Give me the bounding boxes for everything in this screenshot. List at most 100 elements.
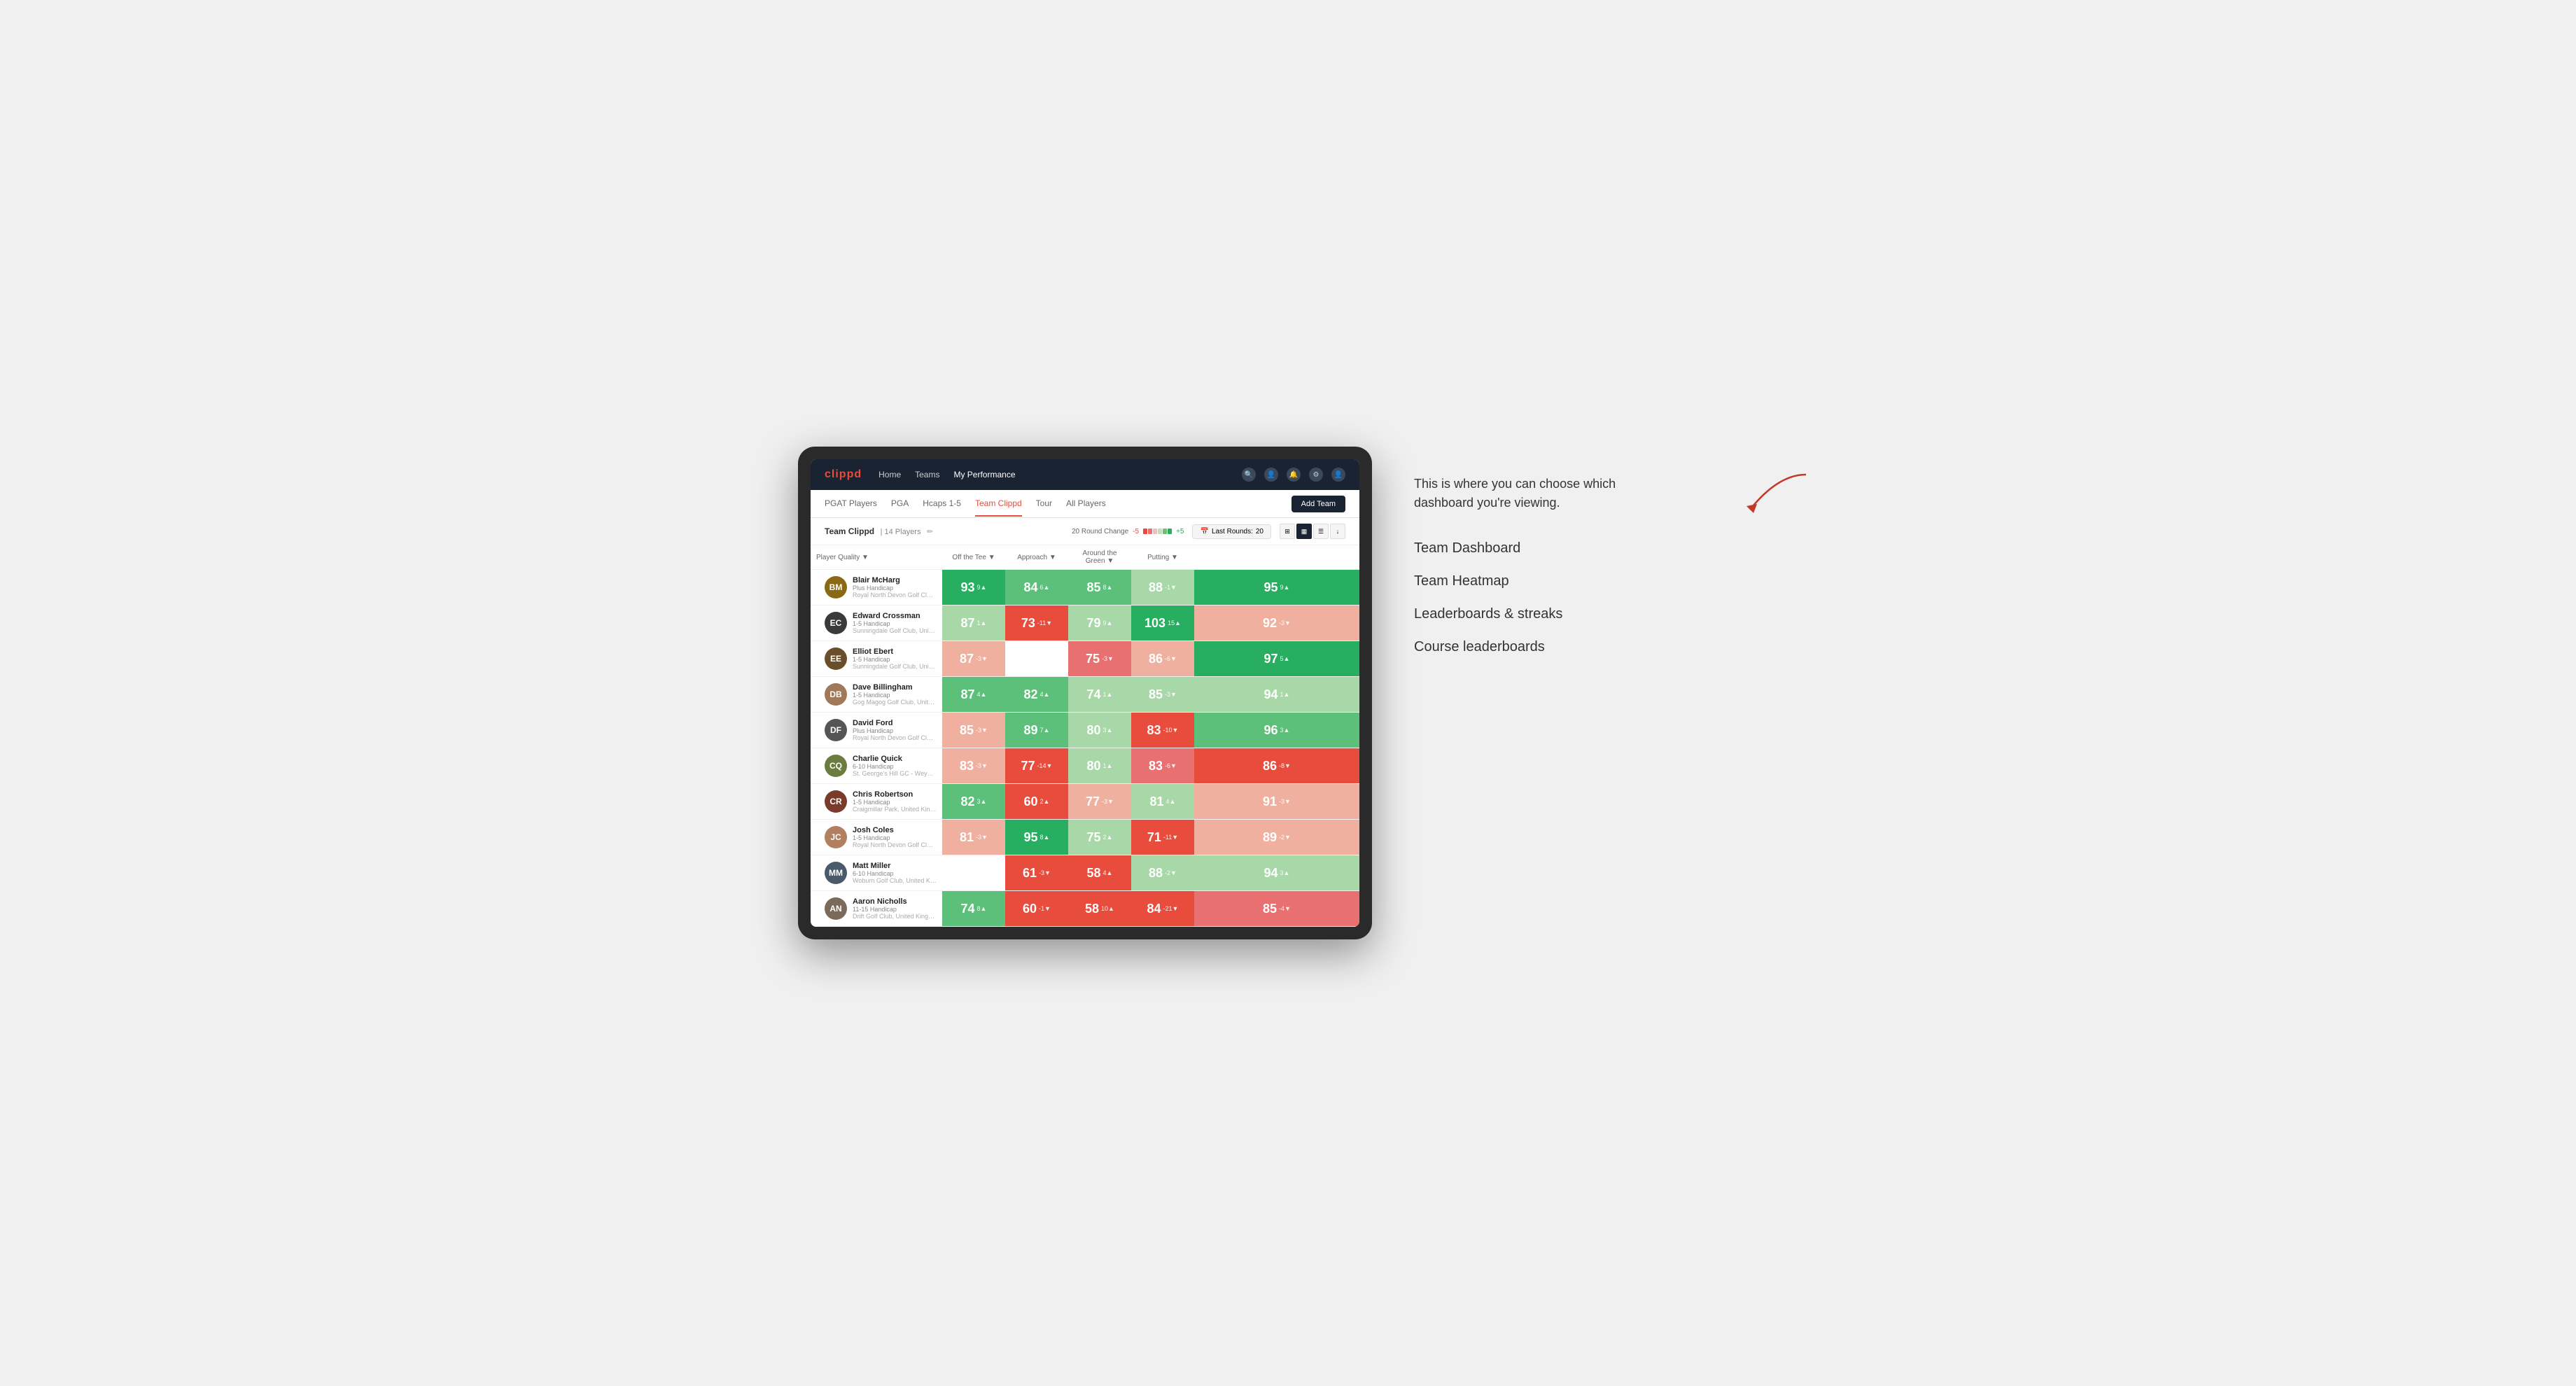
- score-box: 84 -21▼: [1131, 891, 1194, 926]
- score-value: 89: [1263, 830, 1277, 845]
- sub-nav-all-players[interactable]: All Players: [1066, 491, 1106, 517]
- player-cell-0[interactable]: BM Blair McHarg Plus Handicap Royal Nort…: [811, 570, 942, 606]
- nav-bar: clippd Home Teams My Performance 🔍 👤 🔔 ⚙…: [811, 459, 1359, 490]
- score-box: 87 4▲: [942, 677, 1005, 712]
- avatar: EE: [825, 648, 847, 670]
- annotation-items: Team Dashboard Team Heatmap Leaderboards…: [1414, 540, 1778, 655]
- table-row: EE Elliot Ebert 1-5 Handicap Sunningdale…: [811, 641, 1359, 677]
- score-change: -11▼: [1163, 834, 1178, 841]
- score-box: 58 10▲: [1068, 891, 1131, 926]
- score-change: -3▼: [1279, 798, 1291, 805]
- user-icon[interactable]: 👤: [1264, 468, 1278, 482]
- score-change: -21▼: [1163, 905, 1179, 912]
- view-icons: ⊞ ▦ ☰ ↓: [1280, 524, 1345, 539]
- sub-nav-pga[interactable]: PGA: [891, 491, 909, 517]
- score-cell-9-1: 60 -1▼: [1005, 891, 1068, 927]
- score-box: 88 -2▼: [1131, 855, 1194, 890]
- change-neg: -5: [1133, 528, 1139, 536]
- score-value: 95: [1264, 580, 1278, 595]
- score-change: 7▲: [1040, 727, 1050, 734]
- avatar: EC: [825, 612, 847, 634]
- player-cell-5[interactable]: CQ Charlie Quick 6-10 Handicap St. Georg…: [811, 748, 942, 784]
- score-value: 85: [1263, 902, 1277, 916]
- score-value: 71: [1147, 830, 1161, 845]
- player-cell-6[interactable]: CR Chris Robertson 1-5 Handicap Craigmil…: [811, 784, 942, 820]
- score-box: 75 -3▼: [1068, 641, 1131, 676]
- avatar: BM: [825, 576, 847, 598]
- score-cell-3-2: 74 1▲: [1068, 677, 1131, 713]
- score-change: 4▲: [977, 691, 987, 698]
- score-box: 82 4▲: [1005, 677, 1068, 712]
- sub-nav-hcaps[interactable]: Hcaps 1-5: [923, 491, 961, 517]
- annotation-item-3: Course leaderboards: [1414, 639, 1778, 655]
- player-cell-8[interactable]: MM Matt Miller 6-10 Handicap Woburn Golf…: [811, 855, 942, 891]
- player-cell-3[interactable]: DB Dave Billingham 1-5 Handicap Gog Mago…: [811, 677, 942, 713]
- list-view-button[interactable]: ☰: [1313, 524, 1329, 539]
- last-rounds-button[interactable]: 📅 Last Rounds: 20: [1192, 524, 1271, 539]
- col-header-player[interactable]: Player Quality ▼: [811, 545, 942, 570]
- nav-my-performance[interactable]: My Performance: [953, 467, 1015, 482]
- bell-icon[interactable]: 🔔: [1287, 468, 1301, 482]
- logo: clippd: [825, 468, 862, 481]
- score-cell-5-3: 83 -6▼: [1131, 748, 1194, 784]
- score-value: 79: [1087, 616, 1101, 631]
- score-change: -3▼: [976, 834, 988, 841]
- score-change: -3▼: [1165, 691, 1177, 698]
- score-change: 4▲: [1103, 869, 1113, 876]
- bar-red-3: [1143, 528, 1147, 534]
- tablet-device: clippd Home Teams My Performance 🔍 👤 🔔 ⚙…: [798, 447, 1372, 939]
- sub-nav-pgat[interactable]: PGAT Players: [825, 491, 877, 517]
- avatar: AN: [825, 897, 847, 920]
- score-box: 94 1▲: [1194, 677, 1359, 712]
- score-cell-4-2: 80 3▲: [1068, 713, 1131, 748]
- player-cell-1[interactable]: EC Edward Crossman 1-5 Handicap Sunningd…: [811, 606, 942, 641]
- nav-teams[interactable]: Teams: [915, 467, 939, 482]
- heatmap-view-button[interactable]: ▦: [1296, 524, 1312, 539]
- score-box: 86 -8▼: [1194, 748, 1359, 783]
- bar-red-2: [1148, 528, 1152, 534]
- col-header-putting[interactable]: Putting ▼: [1131, 545, 1194, 570]
- avatar: MM: [825, 862, 847, 884]
- calendar-icon: 📅: [1200, 528, 1208, 536]
- round-change-label: 20 Round Change: [1072, 528, 1128, 536]
- player-cell-7[interactable]: JC Josh Coles 1-5 Handicap Royal North D…: [811, 820, 942, 855]
- score-change: 6▲: [1040, 584, 1050, 591]
- score-box: 85 8▲: [1068, 570, 1131, 605]
- score-cell-1-4: 92 -3▼: [1194, 606, 1359, 641]
- score-change: -6▼: [1165, 655, 1177, 662]
- bar-green-3: [1168, 528, 1172, 534]
- player-cell-9[interactable]: AN Aaron Nicholls 11-15 Handicap Drift G…: [811, 891, 942, 927]
- settings-icon[interactable]: ⚙: [1309, 468, 1323, 482]
- sub-nav-tour[interactable]: Tour: [1036, 491, 1052, 517]
- score-box: 89 -2▼: [1194, 820, 1359, 855]
- avatar-icon[interactable]: 👤: [1331, 468, 1345, 482]
- table-row: CR Chris Robertson 1-5 Handicap Craigmil…: [811, 784, 1359, 820]
- add-team-button[interactable]: Add Team: [1292, 496, 1345, 512]
- score-change: 9▲: [1280, 584, 1290, 591]
- player-cell-2[interactable]: EE Elliot Ebert 1-5 Handicap Sunningdale…: [811, 641, 942, 677]
- nav-home[interactable]: Home: [878, 467, 901, 482]
- score-value: 96: [1264, 723, 1278, 738]
- search-icon[interactable]: 🔍: [1242, 468, 1256, 482]
- score-cell-5-1: 77 -14▼: [1005, 748, 1068, 784]
- grid-view-button[interactable]: ⊞: [1280, 524, 1295, 539]
- score-value: 97: [1264, 652, 1278, 666]
- col-header-approach[interactable]: Approach ▼: [1005, 545, 1068, 570]
- score-box: 94 3▲: [1194, 855, 1359, 890]
- edit-icon[interactable]: ✏: [927, 528, 933, 536]
- bar-green-2: [1163, 528, 1167, 534]
- nav-links: Home Teams My Performance: [878, 467, 1225, 482]
- team-name: Team Clippd: [825, 526, 874, 536]
- download-button[interactable]: ↓: [1330, 524, 1345, 539]
- last-rounds-label: Last Rounds:: [1212, 528, 1253, 536]
- score-cell-0-0: 93 9▲: [942, 570, 1005, 606]
- score-cell-9-2: 58 10▲: [1068, 891, 1131, 927]
- col-header-around-green[interactable]: Around the Green ▼: [1068, 545, 1131, 570]
- score-value: 88: [1149, 866, 1163, 881]
- sub-nav-team-clippd[interactable]: Team Clippd: [975, 491, 1022, 517]
- score-box: 89 7▲: [1005, 713, 1068, 748]
- player-cell-4[interactable]: DF David Ford Plus Handicap Royal North …: [811, 713, 942, 748]
- col-header-off-tee[interactable]: Off the Tee ▼: [942, 545, 1005, 570]
- annotation-intro: This is where you can choose which dashb…: [1414, 475, 1778, 512]
- score-cell-4-1: 89 7▲: [1005, 713, 1068, 748]
